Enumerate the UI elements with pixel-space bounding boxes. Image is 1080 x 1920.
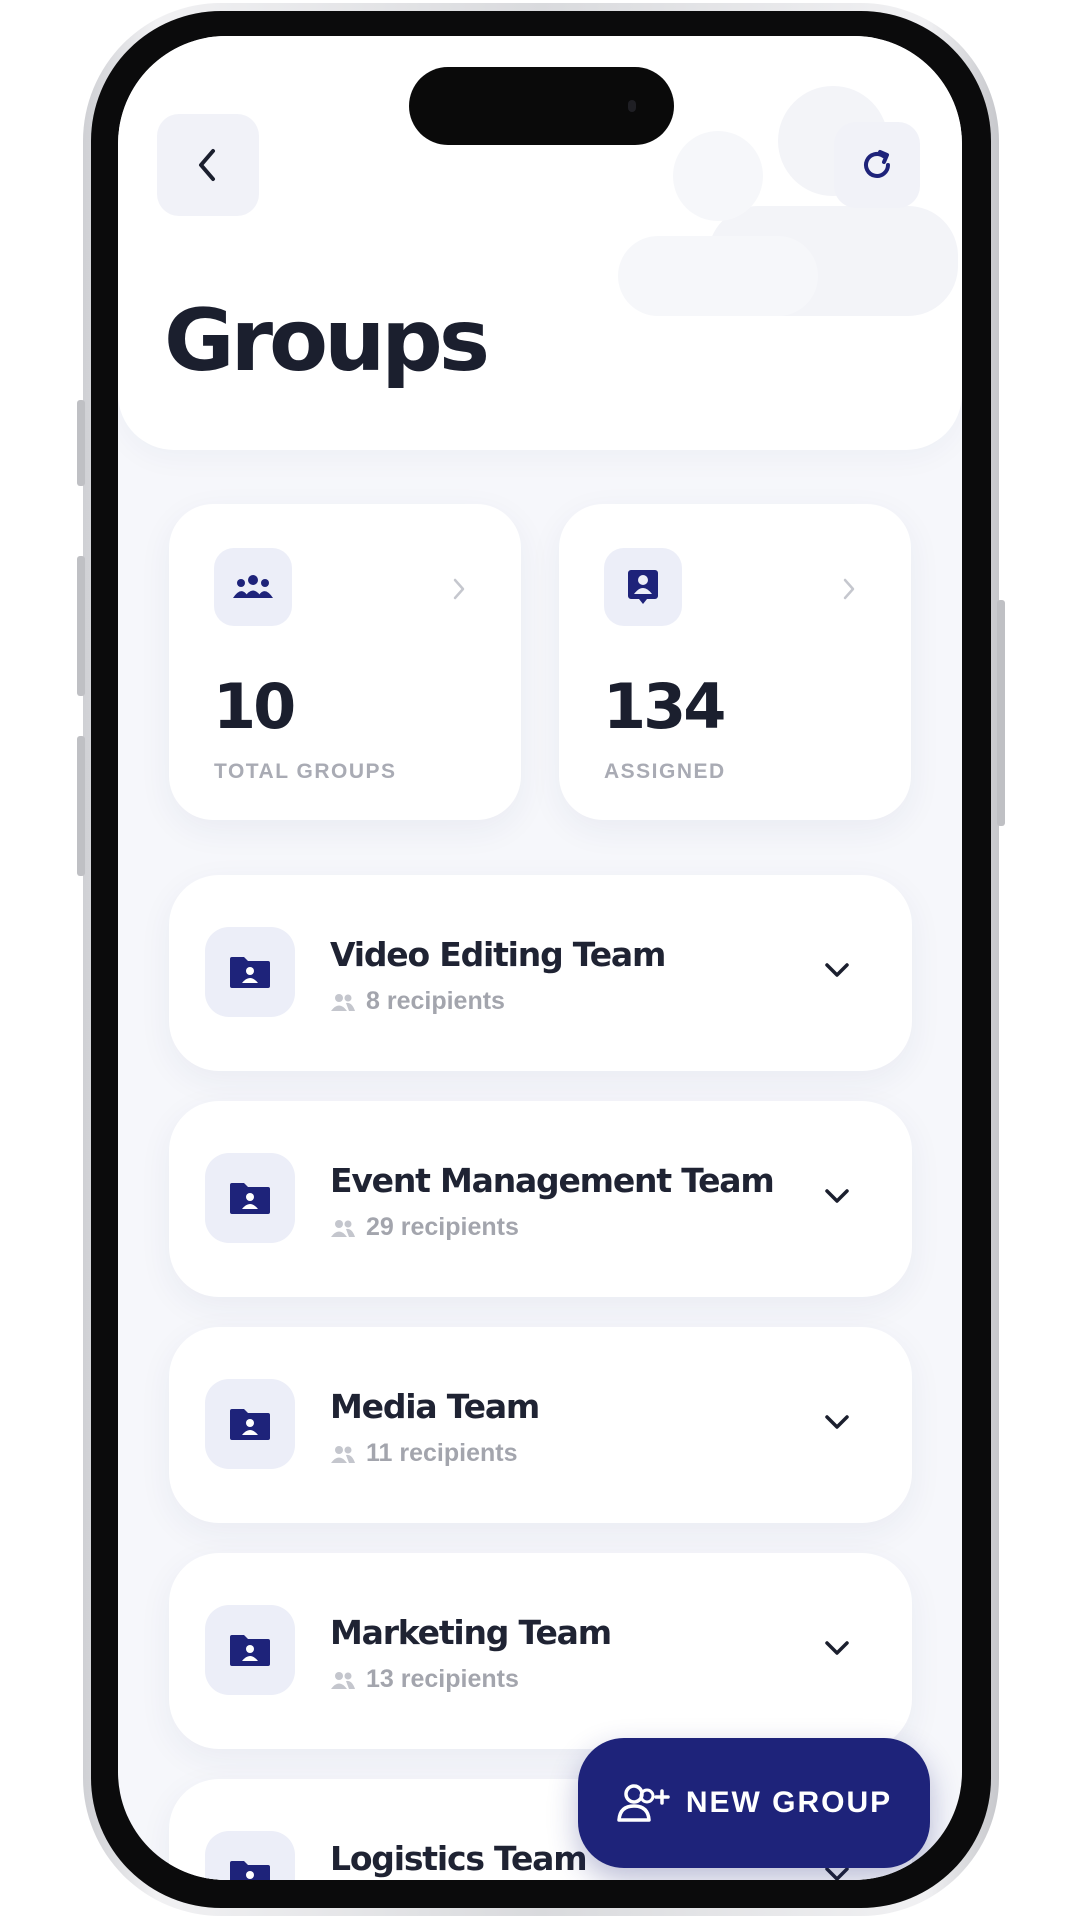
chevron-left-icon	[199, 149, 215, 181]
group-icon-box	[205, 1379, 295, 1469]
group-recipients: 8 recipients	[330, 987, 505, 1016]
folder-user-icon	[230, 1183, 270, 1214]
recipients-count: 8 recipients	[366, 987, 505, 1015]
stat-value: 10	[213, 670, 296, 743]
chevron-down-icon[interactable]	[822, 959, 852, 981]
stat-icon-box	[604, 548, 682, 626]
group-item-event-management[interactable]: Event Management Team 29 recipients	[169, 1101, 912, 1297]
volume-up-button	[77, 556, 85, 696]
stat-value: 134	[603, 670, 726, 743]
new-group-label: NEW GROUP	[685, 1786, 893, 1819]
stat-card-total-groups[interactable]: 10 TOTAL GROUPS	[169, 504, 521, 820]
group-icon-box	[205, 1831, 295, 1880]
people-group-icon	[233, 575, 273, 598]
people-icon	[331, 1445, 355, 1463]
chevron-down-icon[interactable]	[822, 1185, 852, 1207]
recipients-count: 13 recipients	[366, 1665, 519, 1693]
person-add-icon	[617, 1784, 670, 1822]
app-screen: Groups 10 TOTAL GROUPS 134 ASSIGNED Vide…	[118, 36, 962, 1880]
group-icon-box	[205, 927, 295, 1017]
group-recipients: 11 recipients	[330, 1439, 517, 1468]
recipients-count: 29 recipients	[366, 1213, 519, 1241]
folder-user-icon	[230, 957, 270, 988]
group-icon-box	[205, 1605, 295, 1695]
stat-card-assigned[interactable]: 134 ASSIGNED	[559, 504, 911, 820]
page-title: Groups	[164, 291, 490, 391]
chevron-down-icon[interactable]	[822, 1637, 852, 1659]
contact-card-icon	[628, 570, 658, 604]
power-button	[997, 600, 1005, 826]
chevron-right-icon	[453, 578, 465, 600]
stat-label: TOTAL GROUPS	[214, 760, 397, 783]
front-camera	[628, 100, 636, 112]
people-icon	[331, 1219, 355, 1237]
group-icon-box	[205, 1153, 295, 1243]
group-item-video-editing[interactable]: Video Editing Team 8 recipients	[169, 875, 912, 1071]
recipients-count: 11 recipients	[366, 1439, 518, 1467]
group-recipients: 29 recipients	[330, 1213, 519, 1242]
group-name: Media Team	[330, 1387, 540, 1426]
new-group-button[interactable]: NEW GROUP	[578, 1738, 930, 1868]
people-icon	[331, 1671, 355, 1689]
chevron-down-icon[interactable]	[822, 1411, 852, 1433]
dynamic-island	[409, 67, 674, 145]
people-icon	[331, 993, 355, 1011]
refresh-button[interactable]	[834, 122, 920, 208]
silent-switch	[77, 400, 85, 486]
stat-icon-box	[214, 548, 292, 626]
group-item-marketing[interactable]: Marketing Team 13 recipients	[169, 1553, 912, 1749]
stat-label: ASSIGNED	[604, 760, 726, 783]
chevron-right-icon	[843, 578, 855, 600]
folder-user-icon	[230, 1861, 270, 1880]
volume-down-button	[77, 736, 85, 876]
group-item-media[interactable]: Media Team 11 recipients	[169, 1327, 912, 1523]
folder-user-icon	[230, 1409, 270, 1440]
refresh-icon	[864, 150, 890, 178]
back-button[interactable]	[157, 114, 259, 216]
group-name: Event Management Team	[330, 1161, 775, 1200]
group-name: Logistics Team	[330, 1839, 588, 1878]
group-name: Video Editing Team	[330, 935, 666, 974]
group-recipients: 13 recipients	[330, 1665, 519, 1694]
group-name: Marketing Team	[330, 1613, 612, 1652]
folder-user-icon	[230, 1635, 270, 1666]
